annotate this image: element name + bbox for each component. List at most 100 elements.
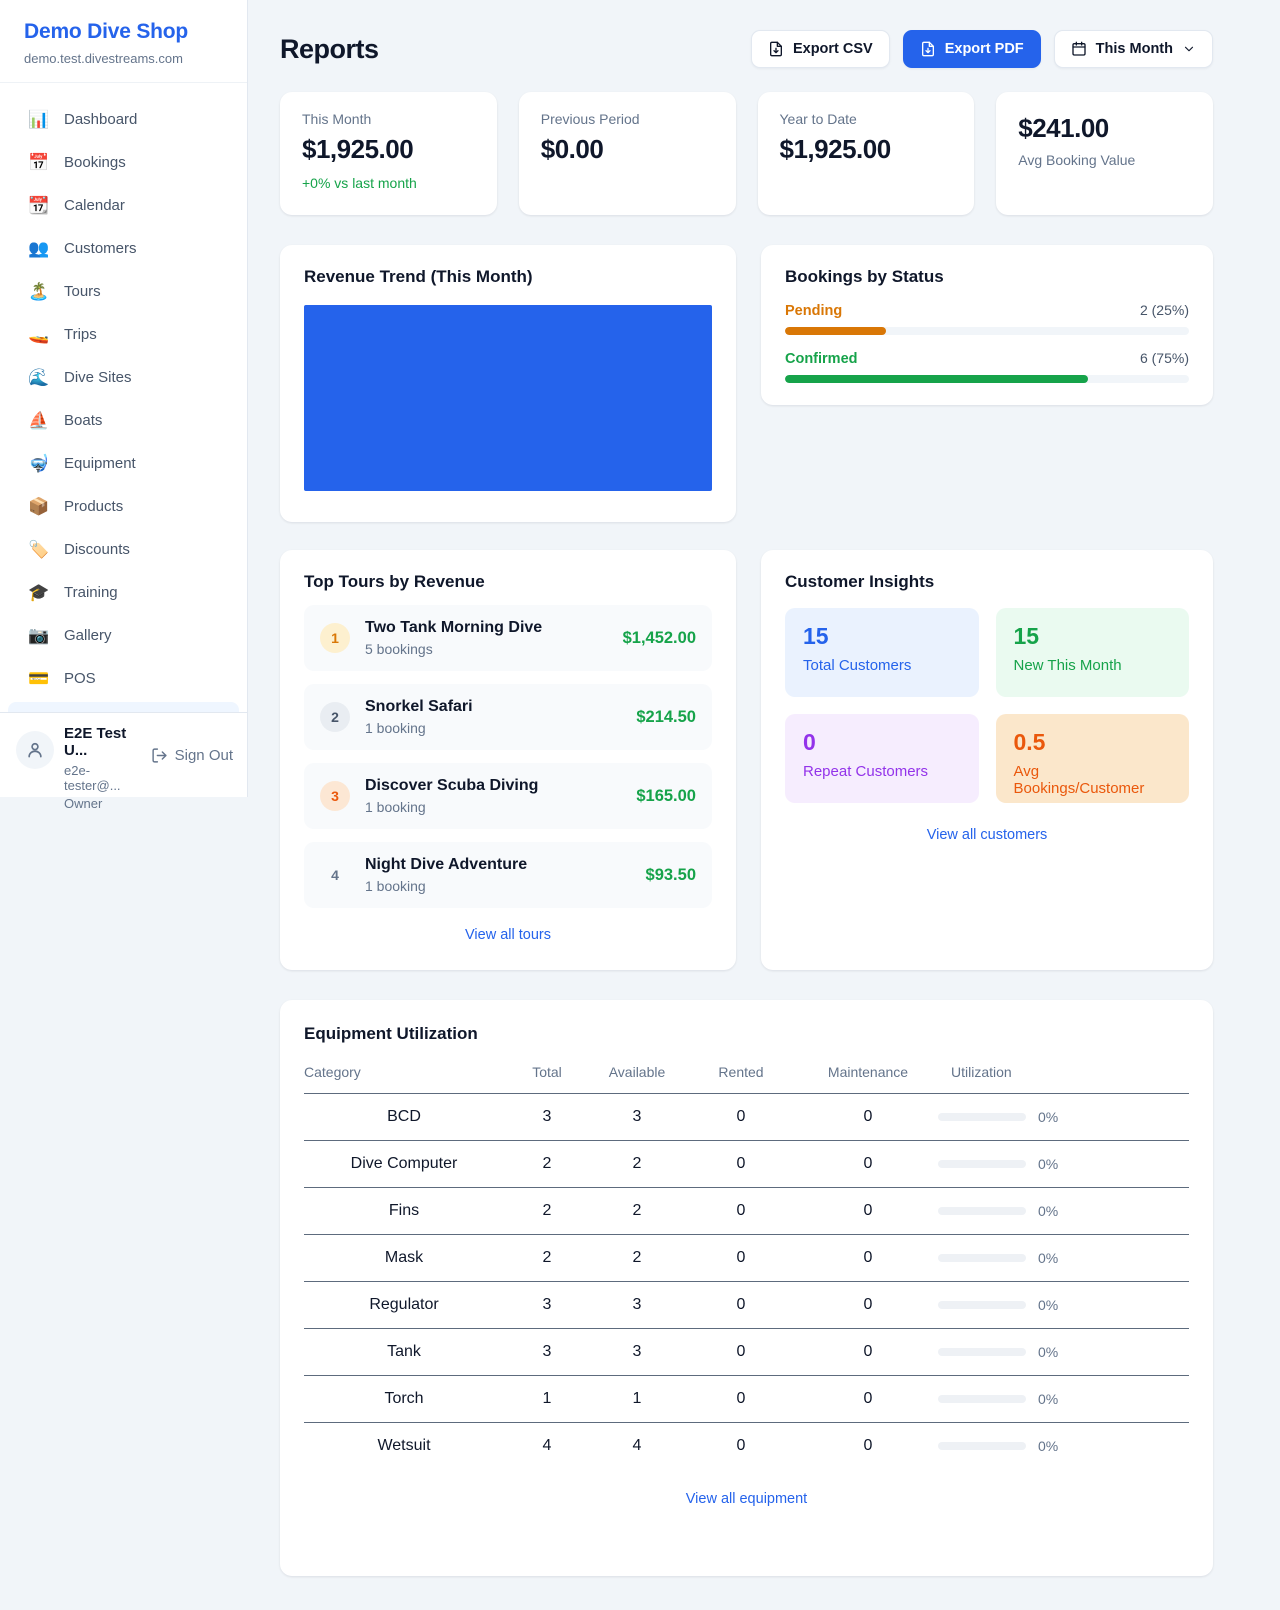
stat-label: Avg Booking Value: [1018, 152, 1191, 168]
cell-category: Wetsuit: [304, 1423, 504, 1470]
period-select[interactable]: This Month: [1054, 30, 1213, 68]
sidebar-item-pos[interactable]: 💳 POS: [0, 657, 247, 700]
stat-label: This Month: [302, 111, 475, 127]
sidebar-item-label: Discounts: [64, 541, 130, 558]
shop-name: Demo Dive Shop: [24, 20, 223, 44]
tour-bookings: 1 booking: [365, 878, 646, 894]
view-all-customers-link[interactable]: View all customers: [785, 827, 1189, 843]
sidebar-item-label: Dashboard: [64, 111, 137, 128]
cell-total: 3: [504, 1282, 590, 1329]
insight-label: Repeat Customers: [803, 763, 961, 780]
tour-name: Discover Scuba Diving: [365, 777, 636, 795]
file-download-icon: [920, 41, 936, 57]
export-csv-button[interactable]: Export CSV: [751, 30, 890, 68]
utilization-percent: 0%: [1038, 1109, 1058, 1125]
page-header: Reports Export CSV Export PDF This Month: [280, 30, 1213, 68]
col-available: Available: [590, 1064, 684, 1094]
cell-available: 2: [590, 1235, 684, 1282]
table-row-torch: Torch 1 1 0 0 0%: [304, 1376, 1189, 1423]
cell-total: 3: [504, 1094, 590, 1141]
status-row-confirmed: Confirmed 6 (75%): [785, 350, 1189, 383]
sidebar-item-training[interactable]: 🎓 Training: [0, 571, 247, 614]
stat-value: $241.00: [1018, 113, 1191, 144]
col-rented: Rented: [684, 1064, 798, 1094]
file-download-icon: [768, 41, 784, 57]
sidebar-item-tours[interactable]: 🏝️ Tours: [0, 270, 247, 313]
table-row-mask: Mask 2 2 0 0 0%: [304, 1235, 1189, 1282]
tour-row-2: 2 Snorkel Safari 1 booking $214.50: [304, 684, 712, 750]
customers-icon: 👥: [28, 239, 50, 259]
cell-category: Fins: [304, 1188, 504, 1235]
cell-rented: 0: [684, 1235, 798, 1282]
status-row-pending: Pending 2 (25%): [785, 302, 1189, 335]
cell-available: 3: [590, 1282, 684, 1329]
cell-total: 2: [504, 1235, 590, 1282]
tour-row-1: 1 Two Tank Morning Dive 5 bookings $1,45…: [304, 605, 712, 671]
sidebar-item-trips[interactable]: 🚤 Trips: [0, 313, 247, 356]
insight-label: Avg Bookings/Customer: [1014, 763, 1172, 797]
utilization-percent: 0%: [1038, 1344, 1058, 1360]
sidebar-item-equipment[interactable]: 🤿 Equipment: [0, 442, 247, 485]
cell-maintenance: 0: [798, 1329, 938, 1376]
customer-insights-card: Customer Insights 15 Total Customers 15 …: [761, 550, 1213, 970]
utilization-bar: [938, 1301, 1026, 1309]
cell-total: 2: [504, 1141, 590, 1188]
sidebar-item-label: Calendar: [64, 197, 125, 214]
sidebar-item-calendar[interactable]: 📆 Calendar: [0, 184, 247, 227]
utilization-bar: [938, 1254, 1026, 1262]
insight-label: Total Customers: [803, 657, 961, 674]
user-icon: [25, 740, 45, 760]
cell-maintenance: 0: [798, 1141, 938, 1188]
equipment-utilization-title: Equipment Utilization: [304, 1024, 1189, 1044]
bookings-by-status-title: Bookings by Status: [785, 267, 1189, 287]
utilization-cell: 0%: [938, 1203, 1189, 1219]
sidebar-item-discounts[interactable]: 🏷️ Discounts: [0, 528, 247, 571]
cell-available: 2: [590, 1141, 684, 1188]
utilization-percent: 0%: [1038, 1203, 1058, 1219]
cell-rented: 0: [684, 1141, 798, 1188]
utilization-cell: 0%: [938, 1438, 1189, 1454]
cell-category: Tank: [304, 1329, 504, 1376]
user-email: e2e-tester@...: [64, 763, 143, 793]
sign-out-button[interactable]: Sign Out: [151, 747, 233, 764]
sign-out-label: Sign Out: [175, 747, 233, 764]
rank-badge: 3: [320, 781, 350, 811]
cell-available: 3: [590, 1094, 684, 1141]
revenue-trend-card: Revenue Trend (This Month): [280, 245, 736, 522]
tour-amount: $1,452.00: [623, 629, 696, 648]
sidebar-item-dashboard[interactable]: 📊 Dashboard: [0, 98, 247, 141]
stat-value: $1,925.00: [302, 134, 475, 165]
sidebar-item-customers[interactable]: 👥 Customers: [0, 227, 247, 270]
equipment-table: Category Total Available Rented Maintena…: [304, 1064, 1189, 1469]
graduation-cap-icon: 🎓: [28, 583, 50, 603]
insight-grid: 15 Total Customers 15 New This Month 0 R…: [785, 608, 1189, 803]
sidebar-item-products[interactable]: 📦 Products: [0, 485, 247, 528]
cell-total: 4: [504, 1423, 590, 1470]
table-row-dive-computer: Dive Computer 2 2 0 0 0%: [304, 1141, 1189, 1188]
sidebar-item-boats[interactable]: ⛵ Boats: [0, 399, 247, 442]
sidebar-item-label: Training: [64, 584, 118, 601]
export-pdf-button[interactable]: Export PDF: [903, 30, 1041, 68]
export-csv-label: Export CSV: [793, 41, 873, 57]
col-maintenance: Maintenance: [798, 1064, 938, 1094]
export-pdf-label: Export PDF: [945, 41, 1024, 57]
utilization-cell: 0%: [938, 1250, 1189, 1266]
cell-available: 3: [590, 1329, 684, 1376]
insight-tile-avg-bookings: 0.5 Avg Bookings/Customer: [996, 714, 1190, 803]
user-panel: E2E Test U... e2e-tester@... Owner Sign …: [0, 712, 247, 797]
view-all-equipment-link[interactable]: View all equipment: [304, 1491, 1189, 1507]
cell-available: 4: [590, 1423, 684, 1470]
stat-label: Previous Period: [541, 111, 714, 127]
view-all-tours-link[interactable]: View all tours: [304, 927, 712, 943]
sidebar-item-gallery[interactable]: 📷 Gallery: [0, 614, 247, 657]
sidebar-item-label: Tours: [64, 283, 101, 300]
calendar-icon: 📆: [28, 196, 50, 216]
sidebar-item-dive-sites[interactable]: 🌊 Dive Sites: [0, 356, 247, 399]
cell-rented: 0: [684, 1188, 798, 1235]
cell-maintenance: 0: [798, 1094, 938, 1141]
stat-delta: +0% vs last month: [302, 175, 475, 191]
top-tours-card: Top Tours by Revenue 1 Two Tank Morning …: [280, 550, 736, 970]
tag-icon: 🏷️: [28, 540, 50, 560]
sidebar-item-bookings[interactable]: 📅 Bookings: [0, 141, 247, 184]
customer-insights-title: Customer Insights: [785, 572, 1189, 592]
